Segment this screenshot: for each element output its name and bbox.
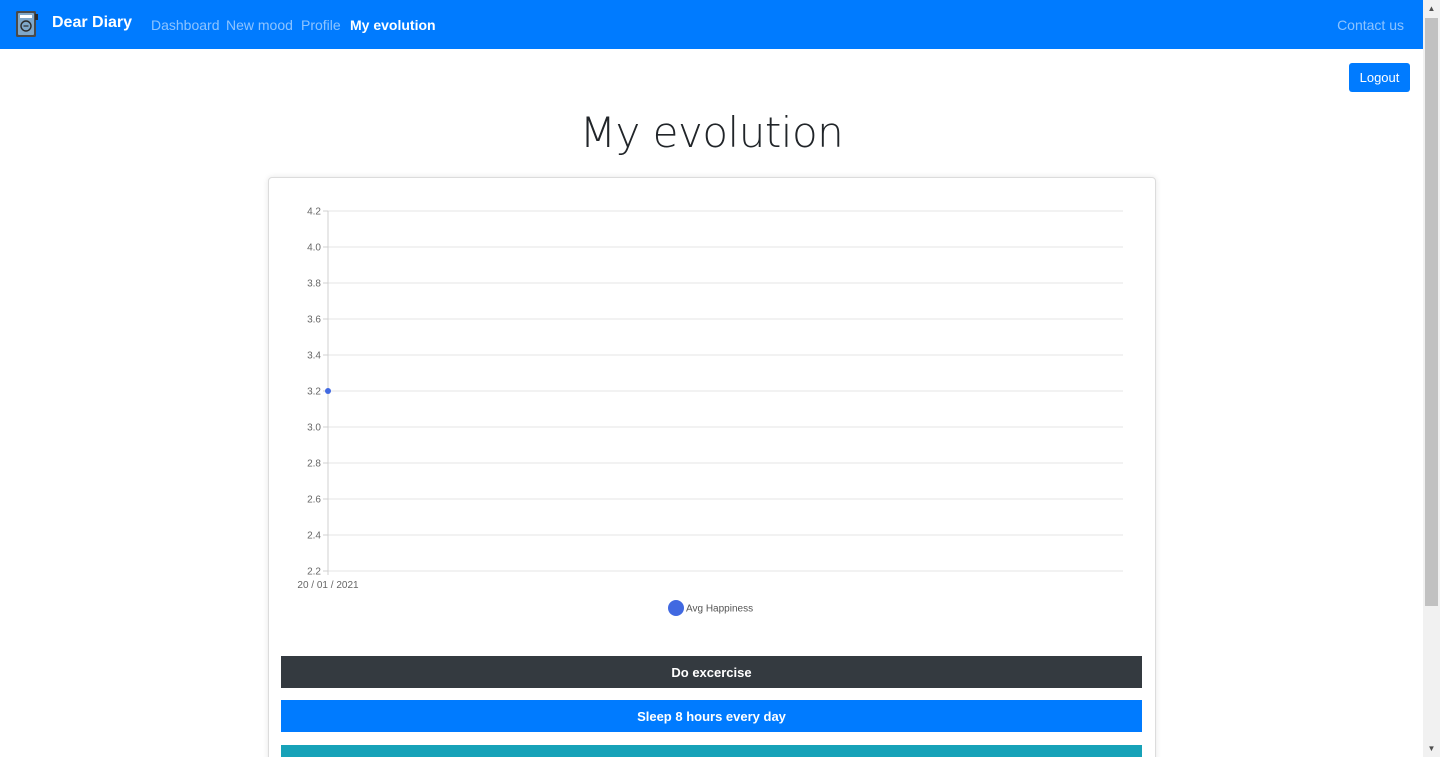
logout-button[interactable]: Logout xyxy=(1349,63,1410,92)
legend-label: Avg Happiness xyxy=(686,604,753,615)
y-tick-label: 3.6 xyxy=(307,315,321,326)
scroll-down-arrow-icon[interactable]: ▼ xyxy=(1423,740,1440,757)
diary-book-icon[interactable] xyxy=(15,10,39,38)
nav-link-contact-us[interactable]: Contact us xyxy=(1337,17,1404,33)
y-tick-label: 2.6 xyxy=(307,495,321,506)
y-tick-label: 3.0 xyxy=(307,423,321,434)
happiness-line-chart: 4.2 4.0 3.8 3.6 3.4 3.2 3.0 2.8 2.6 2.4 2.2 20 / 01… xyxy=(297,207,1123,616)
legend-marker xyxy=(668,600,684,616)
brand-name[interactable]: Dear Diary xyxy=(52,14,132,32)
y-tick-label: 4.0 xyxy=(307,243,321,254)
vertical-scrollbar[interactable]: ▲ ▼ xyxy=(1423,0,1440,757)
data-point xyxy=(325,388,331,394)
goal-bar-do-excercise[interactable]: Do excercise xyxy=(281,656,1142,688)
scroll-up-arrow-icon[interactable]: ▲ xyxy=(1423,0,1440,17)
page-title: My evolution xyxy=(579,108,844,157)
y-tick-label: 2.4 xyxy=(307,531,321,542)
y-tick-label: 2.8 xyxy=(307,459,321,470)
nav-link-my-evolution[interactable]: My evolution xyxy=(350,17,436,33)
nav-link-dashboard[interactable]: Dashboard xyxy=(151,17,220,33)
y-tick-label: 3.8 xyxy=(307,279,321,290)
goal-bar-sleep-8-hours[interactable]: Sleep 8 hours every day xyxy=(281,700,1142,732)
y-tick-label: 3.4 xyxy=(307,351,321,362)
goal-bar-third[interactable] xyxy=(281,745,1142,757)
y-tick-label: 4.2 xyxy=(307,207,321,218)
page: Dear Diary Dashboard New mood Profile My… xyxy=(0,0,1440,757)
scroll-thumb[interactable] xyxy=(1425,18,1438,606)
top-navbar: Dear Diary Dashboard New mood Profile My… xyxy=(0,0,1423,49)
x-tick-label: 20 / 01 / 2021 xyxy=(297,580,359,591)
nav-link-profile[interactable]: Profile xyxy=(301,17,341,33)
y-tick-label: 3.2 xyxy=(307,387,321,398)
y-tick-label: 2.2 xyxy=(307,567,321,578)
nav-link-new-mood[interactable]: New mood xyxy=(226,17,293,33)
